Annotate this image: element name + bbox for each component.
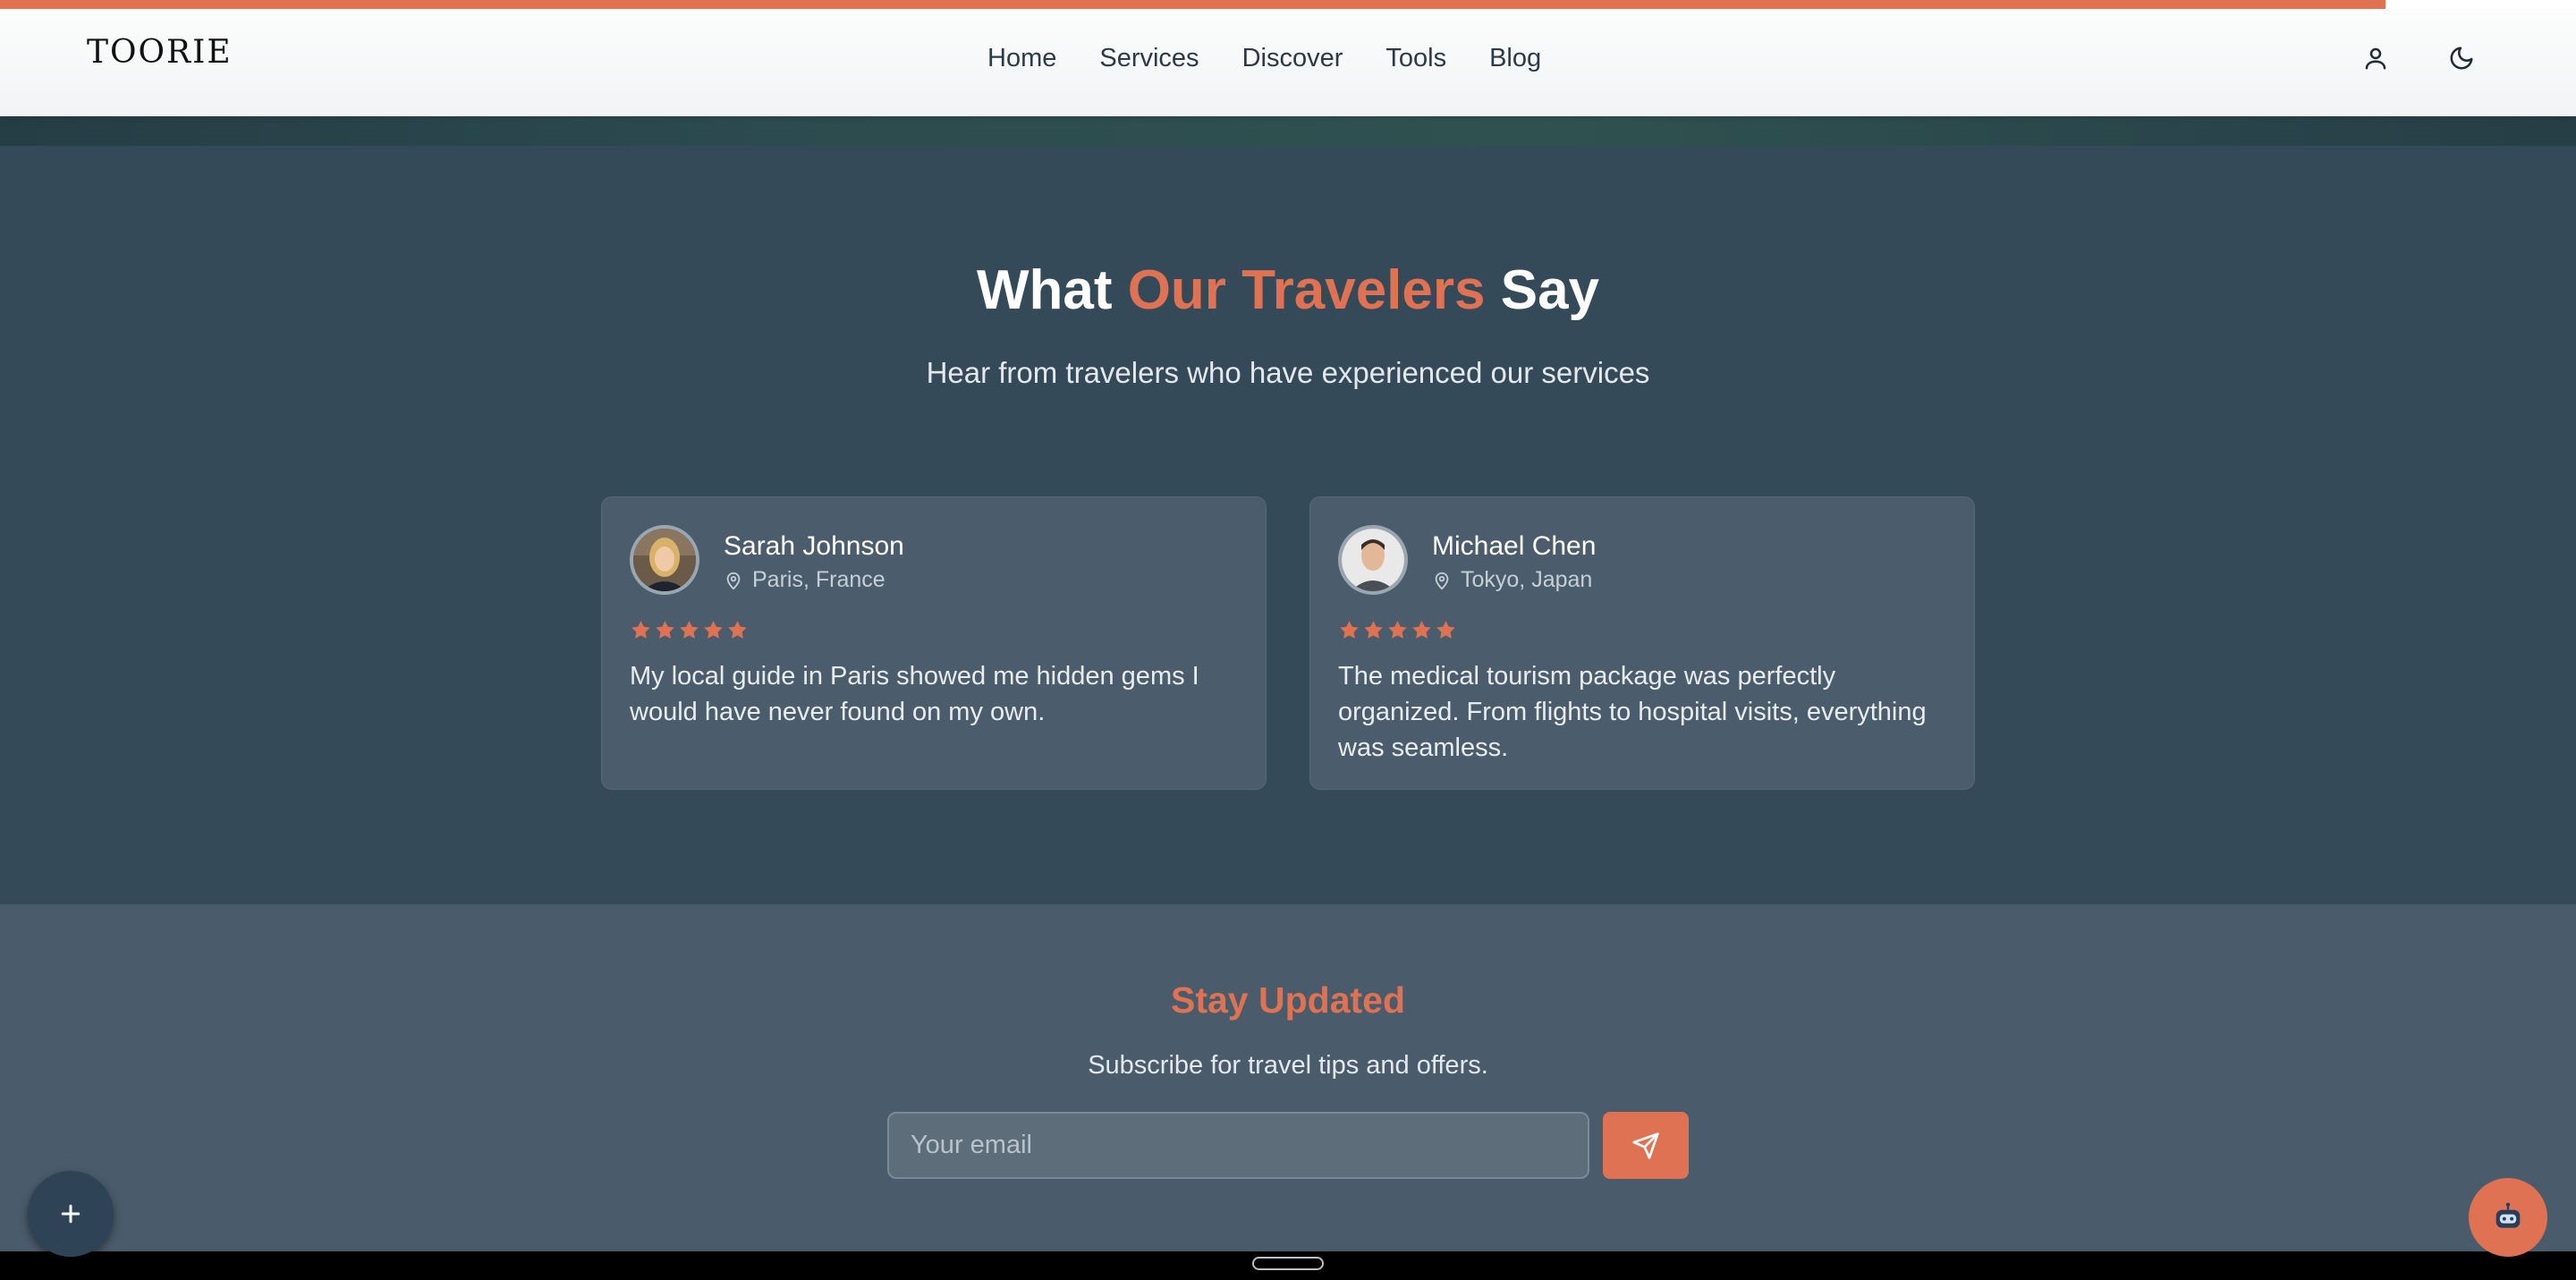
testimonials-subtitle: Hear from travelers who have experienced… bbox=[926, 356, 1650, 389]
star-icon bbox=[1364, 621, 1383, 639]
map-pin-icon bbox=[726, 572, 741, 589]
reviewer-location: Tokyo, Japan bbox=[1432, 567, 1592, 593]
avatar bbox=[630, 525, 699, 595]
testimonials-title: What Our Travelers Say bbox=[976, 259, 1600, 321]
testimonial-text: The medical tourism package was perfectl… bbox=[1338, 662, 1927, 762]
star-icon bbox=[1436, 621, 1455, 639]
scroll-progress-fill bbox=[0, 0, 2385, 9]
star-icon bbox=[728, 621, 747, 639]
star-icon bbox=[631, 621, 650, 639]
nav-home[interactable]: Home bbox=[966, 44, 1078, 73]
avatar bbox=[1338, 525, 1408, 595]
star-rating bbox=[630, 619, 749, 641]
star-icon bbox=[1388, 621, 1407, 639]
star-icon bbox=[680, 621, 699, 639]
testimonials-section: What Our Travelers Say Hear from travele… bbox=[0, 146, 2576, 904]
star-icon bbox=[1340, 621, 1359, 639]
testimonial-text: My local guide in Paris showed me hidden… bbox=[630, 662, 1199, 726]
reviewer-location: Paris, France bbox=[724, 567, 886, 593]
reviewer-name: Sarah Johnson bbox=[724, 531, 904, 561]
send-icon bbox=[1632, 1132, 1659, 1159]
star-icon bbox=[1412, 621, 1431, 639]
subscribe-button[interactable] bbox=[1603, 1112, 1689, 1179]
robot-icon bbox=[2496, 1202, 2521, 1228]
reviewer-name: Michael Chen bbox=[1432, 531, 1597, 561]
scroll-progress-bar bbox=[0, 0, 2576, 9]
main-nav: Home Services Discover Tools Blog bbox=[966, 0, 1563, 116]
nav-blog[interactable]: Blog bbox=[1468, 44, 1563, 73]
testimonial-card: Michael Chen Tokyo, Japan The medical to… bbox=[1309, 496, 1975, 790]
newsletter-subtitle: Subscribe for travel tips and offers. bbox=[1088, 1051, 1488, 1080]
chatbot-button[interactable] bbox=[2469, 1178, 2547, 1257]
hero-bottom-strip bbox=[0, 116, 2576, 146]
site-header: TOORIE Home Services Discover Tools Blog bbox=[0, 0, 2576, 116]
newsletter-section: Stay Updated Subscribe for travel tips a… bbox=[0, 904, 2576, 1251]
newsletter-title: Stay Updated bbox=[1171, 979, 1405, 1021]
home-indicator[interactable] bbox=[1252, 1257, 1324, 1270]
nav-services[interactable]: Services bbox=[1078, 44, 1220, 73]
star-icon bbox=[656, 621, 674, 639]
plus-icon bbox=[61, 1204, 80, 1224]
email-field[interactable] bbox=[887, 1112, 1589, 1179]
nav-tools[interactable]: Tools bbox=[1364, 44, 1468, 73]
star-rating bbox=[1338, 619, 1457, 641]
moon-icon[interactable] bbox=[2444, 40, 2479, 76]
map-pin-icon bbox=[1435, 572, 1449, 589]
star-icon bbox=[704, 621, 723, 639]
logo[interactable]: TOORIE bbox=[87, 34, 233, 71]
add-button[interactable] bbox=[28, 1171, 114, 1257]
nav-discover[interactable]: Discover bbox=[1221, 44, 1365, 73]
testimonial-card: Sarah Johnson Paris, France My local gui… bbox=[601, 496, 1267, 790]
user-icon[interactable] bbox=[2358, 40, 2394, 76]
